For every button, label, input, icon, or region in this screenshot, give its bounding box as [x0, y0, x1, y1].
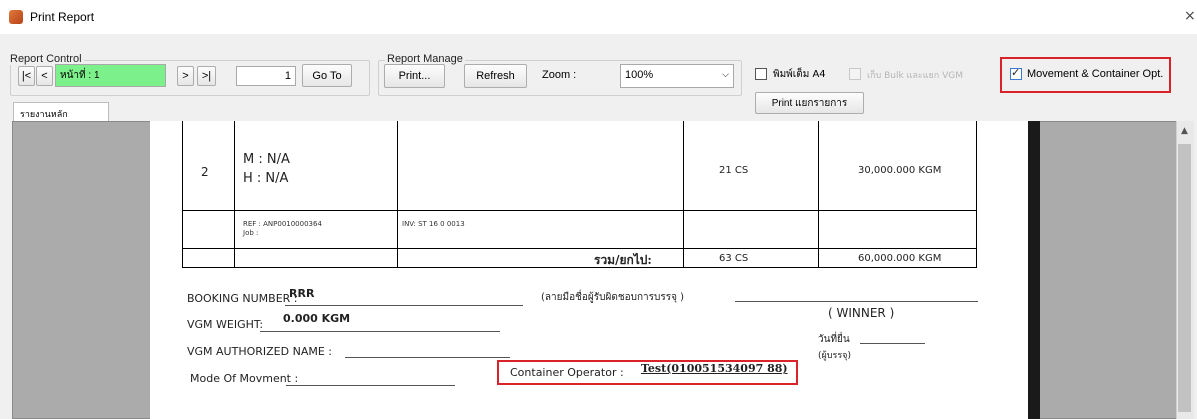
table-col-line-1 [234, 121, 235, 268]
table-border-right [976, 121, 977, 268]
vgm-weight-value: 0.000 KGM [283, 312, 351, 325]
table-col-line-2 [397, 121, 398, 268]
booking-label: BOOKING NUMBER : [187, 292, 298, 305]
booking-value: RRR [289, 287, 315, 300]
chevron-down-icon: ⌵ [722, 69, 729, 79]
vgm-authorized-label: VGM AUTHORIZED NAME : [187, 345, 332, 358]
row-number: 2 [201, 165, 209, 179]
first-page-button[interactable]: |< [18, 66, 35, 86]
next-page-button[interactable]: > [177, 66, 194, 86]
bulk-label: เก็บ Bulk และแยก VGM [867, 71, 963, 81]
row-quantity: 21 CS [719, 165, 749, 176]
row-h-text: H : N/A [243, 171, 289, 186]
winner-text: ( WINNER ) [828, 306, 895, 320]
row-weight: 30,000.000 KGM [858, 165, 942, 176]
prev-page-button[interactable]: < [36, 66, 53, 86]
scroll-up-icon[interactable]: ▲ [1176, 126, 1193, 136]
a4-checkbox[interactable] [755, 68, 767, 80]
last-page-button[interactable]: >| [197, 66, 216, 86]
ref-text: REF : ANP0010000364 [243, 220, 322, 228]
date-underline [860, 343, 925, 344]
inv-text: INV: ST 16 0 0013 [402, 220, 465, 228]
window-title: Print Report [30, 10, 95, 24]
table-row-line-2 [182, 248, 977, 249]
goto-button[interactable]: Go To [302, 64, 352, 87]
stuffer-label: (ผู้บรรจุ) [818, 351, 851, 361]
table-border-left [182, 121, 183, 268]
vgm-authorized-underline [345, 357, 510, 358]
mode-underline [286, 385, 455, 386]
total-label: รวม/ยกไป: [594, 253, 652, 267]
booking-underline [285, 305, 523, 306]
movement-label: Movement & Container Opt. [1027, 68, 1164, 80]
vgm-weight-label: VGM WEIGHT: [187, 318, 264, 331]
page-indicator: หน้าที่ : 1 [55, 64, 166, 87]
page-edge [1028, 121, 1040, 419]
refresh-button[interactable]: Refresh [464, 64, 527, 88]
signature-label: (ลายมือชื่อผู้รับผิดชอบการบรรจุ ) [541, 292, 685, 303]
job-text: Job : [243, 229, 259, 237]
table-row-line-1 [182, 210, 977, 211]
table-col-line-4 [818, 121, 819, 268]
vgm-weight-underline [260, 331, 500, 332]
total-quantity: 63 CS [719, 253, 749, 264]
table-row-line-3 [182, 267, 977, 268]
zoom-select[interactable]: 100% ⌵ [620, 64, 734, 88]
total-weight: 60,000.000 KGM [858, 253, 942, 264]
date-label: วันที่ยื่น [818, 334, 850, 345]
close-button[interactable]: × [1184, 8, 1196, 24]
title-bar [0, 0, 1197, 34]
movement-checkbox[interactable] [1010, 66, 1022, 80]
app-icon [9, 10, 23, 24]
container-operator-value: Test(010051534097 88) [641, 362, 788, 375]
table-col-line-3 [683, 121, 684, 268]
row-m-text: M : N/A [243, 152, 290, 167]
print-list-button[interactable]: Print แยกรายการ [755, 92, 864, 114]
zoom-label: Zoom : [542, 69, 577, 81]
a4-label: พิมพ์เต็ม A4 [773, 69, 826, 80]
tab-main-report[interactable]: รายงานหลัก [13, 102, 109, 122]
page-number-input[interactable]: 1 [236, 66, 296, 86]
print-button[interactable]: Print... [384, 64, 445, 88]
zoom-value: 100% [625, 69, 654, 81]
container-operator-label: Container Operator : [510, 366, 624, 379]
bulk-checkbox[interactable] [849, 68, 861, 80]
signature-underline [735, 301, 978, 302]
mode-of-movement-label: Mode Of Movment : [190, 372, 299, 385]
scroll-thumb[interactable] [1178, 144, 1191, 412]
